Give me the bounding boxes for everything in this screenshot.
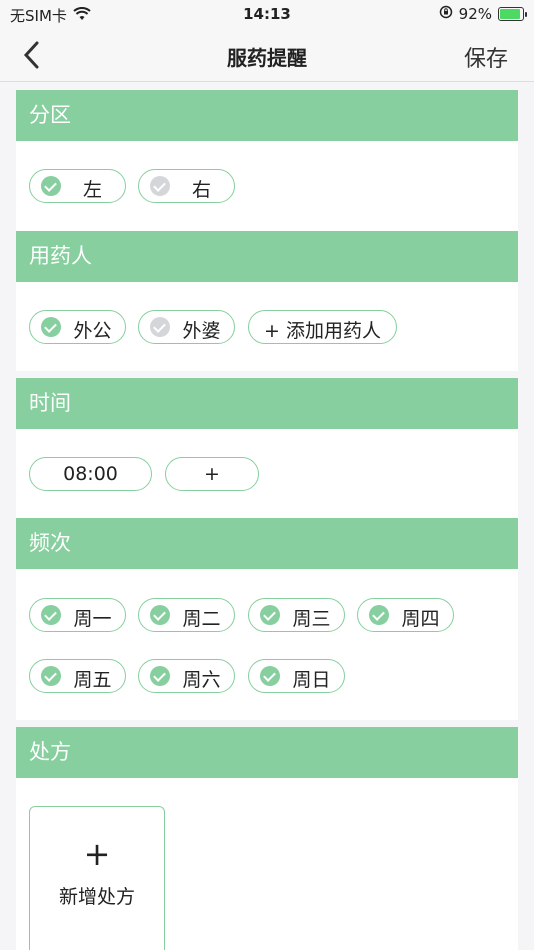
add-prescription-label: 新增处方	[58, 886, 135, 908]
side-section-title: 分区	[16, 90, 518, 141]
chip-label: 外公	[73, 320, 112, 342]
time-value: 08:00	[63, 463, 118, 485]
day-chip-mon[interactable]: 周一	[29, 598, 126, 632]
save-button[interactable]: 保存	[464, 41, 508, 73]
plus-icon: +	[83, 835, 111, 873]
check-circle-icon	[369, 605, 389, 625]
side-option-right[interactable]: 右	[138, 169, 235, 203]
check-circle-icon	[150, 605, 170, 625]
frequency-section: 频次 周一 周二 周三 周四 周五 周六 周日	[16, 518, 518, 720]
check-circle-icon	[41, 317, 61, 337]
page-title: 服药提醒	[227, 46, 307, 70]
check-circle-icon	[260, 666, 280, 686]
chip-label: 右	[191, 179, 211, 201]
day-chip-sun[interactable]: 周日	[248, 659, 345, 693]
nav-bar: 服药提醒 保存	[0, 30, 534, 82]
user-section: 用药人 外公 外婆 + 添加用药人	[16, 231, 518, 371]
chip-label: 外婆	[182, 320, 221, 342]
user-option-grandpa[interactable]: 外公	[29, 310, 126, 344]
chip-label: 周日	[292, 669, 331, 691]
orientation-lock-icon	[439, 5, 453, 23]
chip-label: 周五	[73, 669, 112, 691]
chip-label: 周三	[292, 608, 331, 630]
time-chip[interactable]: 08:00	[29, 457, 152, 491]
battery-percent: 92%	[458, 5, 492, 23]
prescription-section: 处方 + 新增处方	[16, 727, 518, 950]
side-option-left[interactable]: 左	[29, 169, 126, 203]
check-circle-icon	[150, 317, 170, 337]
chip-label: 周六	[182, 669, 221, 691]
check-circle-icon	[41, 176, 61, 196]
check-circle-icon	[260, 605, 280, 625]
day-chip-wed[interactable]: 周三	[248, 598, 345, 632]
time-section-title: 时间	[16, 378, 518, 429]
prescription-section-title: 处方	[16, 727, 518, 778]
battery-icon	[498, 7, 527, 21]
add-user-label: + 添加用药人	[264, 320, 381, 342]
chip-label: 周一	[73, 608, 112, 630]
add-time-button[interactable]: +	[165, 457, 259, 491]
check-circle-icon	[150, 666, 170, 686]
check-circle-icon	[41, 605, 61, 625]
status-bar: 无SIM卡 14:13 92%	[0, 0, 534, 30]
chip-label: 左	[82, 179, 102, 201]
add-prescription-button[interactable]: + 新增处方	[29, 806, 165, 950]
check-circle-icon	[41, 666, 61, 686]
frequency-section-title: 频次	[16, 518, 518, 569]
plus-icon: +	[204, 463, 220, 485]
day-chip-tue[interactable]: 周二	[138, 598, 235, 632]
side-section: 分区 左 右	[16, 90, 518, 231]
day-chip-fri[interactable]: 周五	[29, 659, 126, 693]
user-option-grandma[interactable]: 外婆	[138, 310, 235, 344]
check-circle-icon	[150, 176, 170, 196]
day-chip-sat[interactable]: 周六	[138, 659, 235, 693]
day-chip-thu[interactable]: 周四	[357, 598, 454, 632]
time-section: 时间 08:00 +	[16, 378, 518, 518]
chip-label: 周四	[401, 608, 440, 630]
add-user-button[interactable]: + 添加用药人	[248, 310, 397, 344]
user-section-title: 用药人	[16, 231, 518, 282]
chip-label: 周二	[182, 608, 221, 630]
